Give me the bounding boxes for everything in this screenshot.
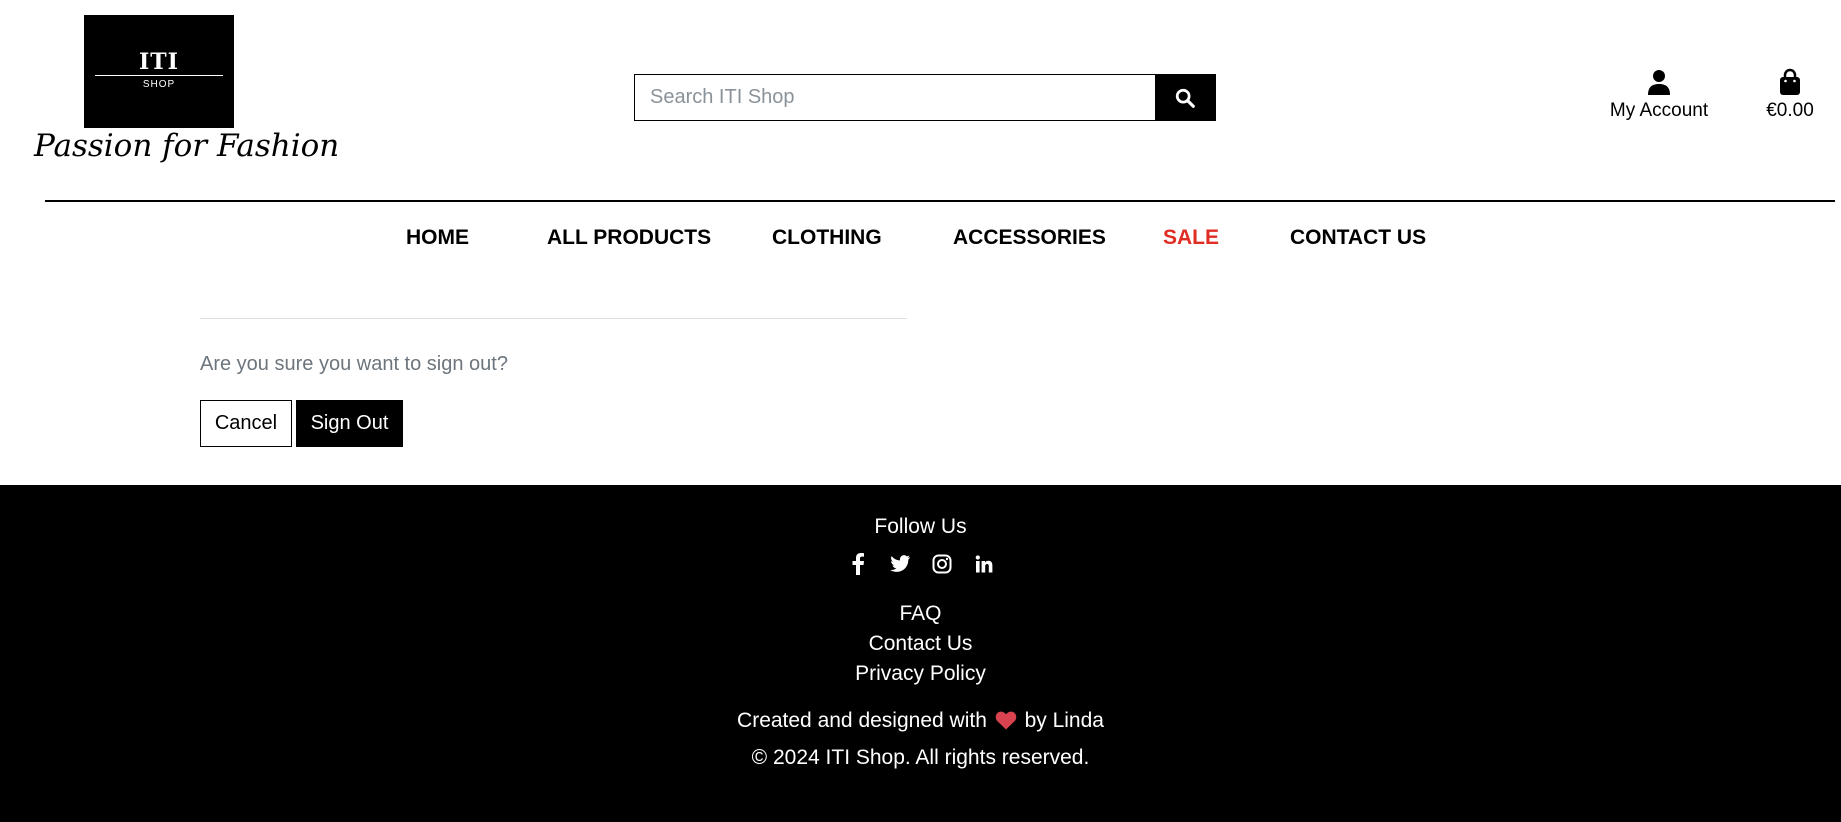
credit-after: by Linda xyxy=(1024,709,1104,732)
nav-accessories[interactable]: ACCESSORIES xyxy=(953,226,1106,250)
twitter-link[interactable] xyxy=(889,553,911,575)
logo-sub-text: SHOP xyxy=(142,79,176,90)
heart-icon xyxy=(995,711,1016,730)
facebook-link[interactable] xyxy=(847,553,869,575)
linkedin-icon xyxy=(975,555,992,573)
bag-total: €0.00 xyxy=(1766,100,1814,121)
nav-home[interactable]: HOME xyxy=(406,226,469,250)
footer-contact: Contact Us xyxy=(0,632,1841,656)
credit-before: Created and designed with xyxy=(737,709,987,732)
sign-out-button[interactable]: Sign Out xyxy=(296,400,403,447)
credit-line: Created and designed with by Linda xyxy=(0,709,1841,733)
instagram-icon xyxy=(932,554,951,574)
search-button[interactable] xyxy=(1155,75,1215,120)
social-links xyxy=(0,553,1841,575)
nav-clothing[interactable]: CLOTHING xyxy=(772,226,882,250)
logo-main-text: ITI xyxy=(139,49,179,75)
footer-faq-link[interactable]: FAQ xyxy=(899,602,941,625)
cancel-button[interactable]: Cancel xyxy=(200,400,292,447)
user-icon xyxy=(1648,70,1670,95)
linkedin-link[interactable] xyxy=(973,553,995,575)
nav-contact-us[interactable]: CONTACT US xyxy=(1290,226,1426,250)
logo-divider xyxy=(95,75,223,76)
search-icon xyxy=(1175,88,1195,108)
logo[interactable]: ITI SHOP xyxy=(84,15,234,128)
shopping-bag-icon xyxy=(1780,68,1800,95)
search-bar xyxy=(634,74,1216,121)
my-account-label: My Account xyxy=(1609,100,1709,121)
tagline: Passion for Fashion xyxy=(34,128,340,164)
content-divider xyxy=(200,318,907,319)
facebook-icon xyxy=(852,553,864,575)
footer-privacy-link[interactable]: Privacy Policy xyxy=(855,662,986,685)
main-nav: HOME ALL PRODUCTS CLOTHING ACCESSORIES S… xyxy=(0,226,1841,256)
nav-all-products[interactable]: ALL PRODUCTS xyxy=(547,226,711,250)
footer: Follow Us FAQ Contact Us Privacy Policy … xyxy=(0,485,1841,822)
footer-faq: FAQ xyxy=(0,602,1841,626)
instagram-link[interactable] xyxy=(931,553,953,575)
follow-us-heading: Follow Us xyxy=(874,515,967,538)
copyright: © 2024 ITI Shop. All rights reserved. xyxy=(751,746,1090,769)
footer-contact-link[interactable]: Contact Us xyxy=(869,632,973,655)
search-input[interactable] xyxy=(635,75,1155,120)
footer-privacy: Privacy Policy xyxy=(0,662,1841,686)
signout-confirm-text: Are you sure you want to sign out? xyxy=(200,353,508,375)
twitter-icon xyxy=(889,555,910,572)
shopping-bag-link[interactable]: €0.00 xyxy=(1760,68,1820,122)
nav-sale[interactable]: SALE xyxy=(1163,226,1219,250)
my-account-link[interactable]: My Account xyxy=(1595,68,1723,122)
header-divider xyxy=(45,200,1835,202)
